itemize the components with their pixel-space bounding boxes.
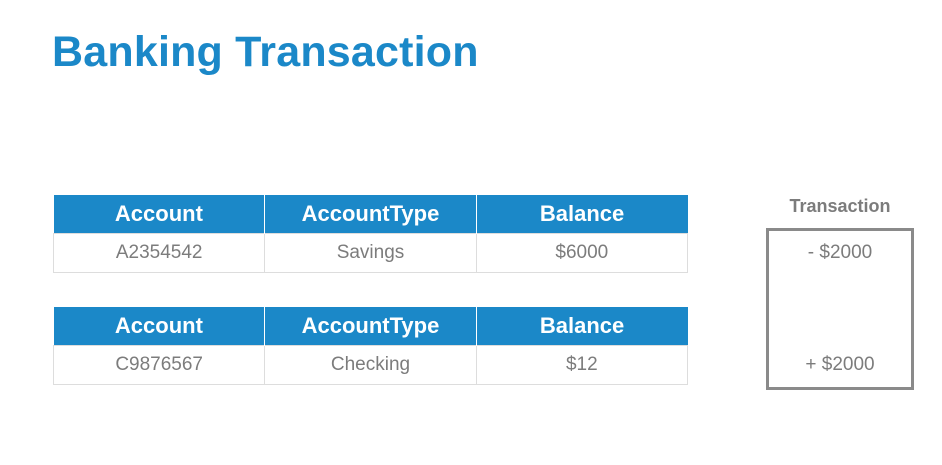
account-type-cell: Savings [264, 233, 477, 273]
account-type-column-header: AccountType [264, 307, 477, 346]
account-cell: A2354542 [52, 233, 266, 273]
account-column-header: Account [53, 195, 265, 234]
account-type-column-header: AccountType [264, 195, 477, 234]
balance-cell: $6000 [475, 233, 689, 273]
balance-column-header: Balance [475, 195, 688, 234]
transaction-label: Transaction [789, 196, 891, 216]
balance-cell: $12 [475, 345, 689, 385]
transaction-credit: + $2000 [805, 354, 875, 375]
transaction-box: - $2000 + $2000 [766, 228, 914, 390]
transaction-debit: - $2000 [807, 242, 873, 263]
balance-column-header: Balance [475, 307, 688, 346]
account-column-header: Account [53, 307, 265, 346]
table-header-row: Account AccountType Balance [53, 195, 688, 234]
account-cell: C9876567 [52, 345, 266, 385]
table-header-row: Account AccountType Balance [53, 307, 688, 346]
page-title: Banking Transaction [52, 28, 479, 76]
checking-account-table: Account AccountType Balance C9876567 Che… [52, 307, 689, 385]
savings-account-table: Account AccountType Balance A2354542 Sav… [52, 195, 689, 273]
table-row: C9876567 Checking $12 [52, 345, 689, 385]
account-type-cell: Checking [264, 345, 477, 385]
table-row: A2354542 Savings $6000 [52, 233, 689, 273]
